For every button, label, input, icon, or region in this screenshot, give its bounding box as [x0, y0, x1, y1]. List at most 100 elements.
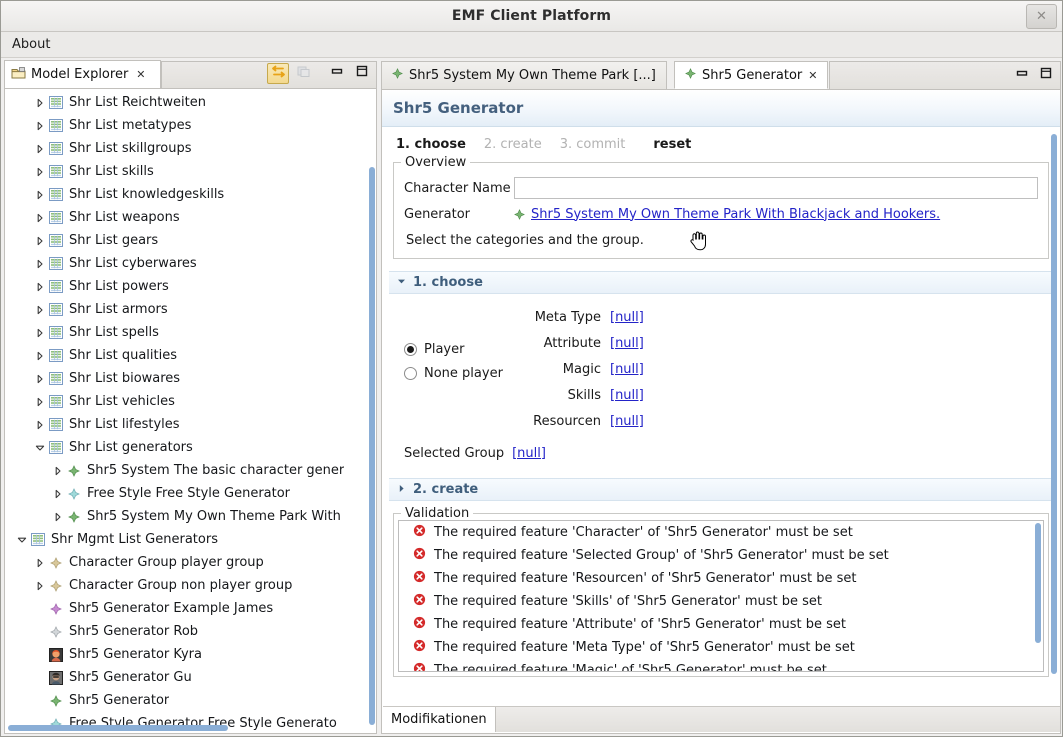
tree-item[interactable]: Free Style Free Style Generator [5, 482, 376, 505]
tree-item-label: Shr List spells [69, 325, 159, 340]
close-icon: ✕ [1036, 9, 1047, 24]
tree-item[interactable]: Shr List qualities [5, 344, 376, 367]
attribute-value-link[interactable]: [null] [610, 336, 644, 351]
tree-item[interactable]: Shr Mgmt List Generators [5, 528, 376, 551]
tree-item[interactable]: Shr List metatypes [5, 114, 376, 137]
twisty-collapsed-icon[interactable] [33, 121, 47, 131]
twisty-collapsed-icon[interactable] [33, 558, 47, 568]
attribute-value-link[interactable]: [null] [610, 388, 644, 403]
twisty-expanded-icon[interactable] [15, 535, 29, 545]
attribute-value-link[interactable]: [null] [610, 414, 644, 429]
section-body-choose: Player None player Meta Type [null] Attribu… [382, 294, 1060, 476]
validation-list[interactable]: The required feature 'Character' of 'Shr… [398, 520, 1044, 672]
tree-item[interactable]: Shr List Reichtweiten [5, 91, 376, 114]
section-header-choose[interactable]: 1. choose [389, 271, 1053, 294]
validation-row[interactable]: The required feature 'Resourcen' of 'Shr… [399, 567, 1043, 590]
selected-group-link[interactable]: [null] [512, 446, 546, 461]
twisty-collapsed-icon[interactable] [33, 305, 47, 315]
attribute-label: Resourcen [533, 413, 601, 429]
character-name-input[interactable] [514, 177, 1038, 199]
tree-item-label: Shr List lifestyles [69, 417, 180, 432]
tree-item[interactable]: Shr5 Generator Kyra [5, 643, 376, 666]
maximize-icon[interactable] [1039, 67, 1053, 84]
twisty-collapsed-icon[interactable] [33, 282, 47, 292]
model-tree[interactable]: Shr List Reichtweiten Shr List metatypes S… [5, 89, 376, 733]
minimize-icon[interactable] [1015, 68, 1029, 84]
view-maximize-button[interactable] [351, 63, 373, 84]
validation-row[interactable]: The required feature 'Selected Group' of… [399, 544, 1043, 567]
tab-model-explorer[interactable]: Model Explorer ✕ [4, 60, 161, 88]
tree-item[interactable]: Character Group non player group [5, 574, 376, 597]
twisty-collapsed-icon[interactable] [51, 512, 65, 522]
validation-vertical-scrollbar[interactable] [1035, 523, 1041, 643]
tree-horizontal-scrollbar[interactable] [8, 725, 228, 731]
twisty-collapsed-icon[interactable] [33, 144, 47, 154]
tree-item[interactable]: Shr List lifestyles [5, 413, 376, 436]
twisty-collapsed-icon[interactable] [33, 581, 47, 591]
menu-item-about[interactable]: About [1, 34, 60, 55]
section-header-create[interactable]: 2. create [389, 478, 1053, 501]
twisty-expanded-icon[interactable] [33, 443, 47, 453]
table-icon [47, 326, 65, 339]
tree-item[interactable]: Shr List knowledgeskills [5, 183, 376, 206]
tree-item[interactable]: Shr List skills [5, 160, 376, 183]
validation-row[interactable]: The required feature 'Skills' of 'Shr5 G… [399, 590, 1043, 613]
twisty-collapsed-icon[interactable] [33, 190, 47, 200]
tree-item[interactable]: Shr List biowares [5, 367, 376, 390]
tree-item[interactable]: Shr List spells [5, 321, 376, 344]
validation-row[interactable]: The required feature 'Magic' of 'Shr5 Ge… [399, 659, 1043, 671]
tree-item[interactable]: Shr5 Generator Rob [5, 620, 376, 643]
validation-row[interactable]: The required feature 'Attribute' of 'Shr… [399, 613, 1043, 636]
table-icon [47, 188, 65, 201]
step-choose[interactable]: 1. choose [396, 137, 466, 152]
validation-row[interactable]: The required feature 'Meta Type' of 'Shr… [399, 636, 1043, 659]
validation-row[interactable]: The required feature 'Character' of 'Shr… [399, 521, 1043, 544]
attribute-row: Magic [null] [512, 356, 1060, 382]
twisty-collapsed-icon[interactable] [33, 167, 47, 177]
twisty-collapsed-icon[interactable] [51, 466, 65, 476]
tree-item[interactable]: Shr List generators [5, 436, 376, 459]
tree-item[interactable]: Shr5 Generator Example James [5, 597, 376, 620]
radio-none-player[interactable]: None player [404, 366, 503, 381]
tree-item[interactable]: Shr5 Generator Gu [5, 666, 376, 689]
tree-item[interactable]: Shr List cyberwares [5, 252, 376, 275]
attribute-value-link[interactable]: [null] [610, 362, 644, 377]
twisty-collapsed-icon[interactable] [33, 374, 47, 384]
collapse-all-icon [296, 64, 311, 83]
tree-item[interactable]: Shr List skillgroups [5, 137, 376, 160]
tab-modifikationen[interactable]: Modifikationen [383, 707, 496, 732]
form-vertical-scrollbar[interactable] [1051, 134, 1057, 674]
window-close-button[interactable]: ✕ [1026, 4, 1057, 29]
tree-vertical-scrollbar[interactable] [369, 167, 375, 725]
tree-item[interactable]: Shr5 System My Own Theme Park With [5, 505, 376, 528]
twisty-collapsed-icon[interactable] [33, 351, 47, 361]
table-icon [47, 395, 65, 408]
tree-item[interactable]: Shr List gears [5, 229, 376, 252]
twisty-collapsed-icon[interactable] [33, 328, 47, 338]
reset-button[interactable]: reset [653, 137, 691, 152]
tree-item[interactable]: Shr List powers [5, 275, 376, 298]
validation-message: The required feature 'Selected Group' of… [434, 548, 889, 563]
twisty-collapsed-icon[interactable] [51, 489, 65, 499]
twisty-collapsed-icon[interactable] [33, 397, 47, 407]
link-with-editor-button[interactable] [267, 63, 289, 84]
tree-item[interactable]: Shr List weapons [5, 206, 376, 229]
generator-link[interactable]: Shr5 System My Own Theme Park With Black… [531, 207, 940, 222]
tab-close-icon[interactable]: ✕ [136, 68, 145, 81]
editor-tab-shr5-generator[interactable]: Shr5 Generator ✕ [674, 61, 829, 89]
tree-item[interactable]: Shr5 System The basic character gener [5, 459, 376, 482]
twisty-collapsed-icon[interactable] [33, 236, 47, 246]
editor-tab-theme-park[interactable]: Shr5 System My Own Theme Park [...] [381, 61, 667, 89]
view-minimize-button[interactable] [326, 63, 348, 84]
twisty-collapsed-icon[interactable] [33, 213, 47, 223]
radio-player[interactable]: Player [404, 342, 503, 357]
tree-item[interactable]: Shr List armors [5, 298, 376, 321]
attribute-value-link[interactable]: [null] [610, 310, 644, 325]
tab-close-icon[interactable]: ✕ [808, 69, 817, 82]
tree-item[interactable]: Shr List vehicles [5, 390, 376, 413]
twisty-collapsed-icon[interactable] [33, 420, 47, 430]
tree-item[interactable]: Shr5 Generator [5, 689, 376, 712]
twisty-collapsed-icon[interactable] [33, 259, 47, 269]
tree-item[interactable]: Character Group player group [5, 551, 376, 574]
twisty-collapsed-icon[interactable] [33, 98, 47, 108]
